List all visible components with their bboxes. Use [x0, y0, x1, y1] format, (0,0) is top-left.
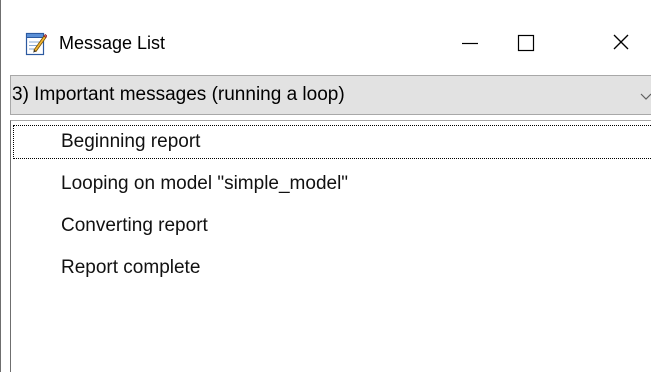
message-text: Converting report — [61, 215, 208, 236]
notepad-pencil-icon — [25, 30, 47, 56]
title-bar[interactable]: Message List — [1, 0, 651, 64]
list-item-message[interactable]: Converting report — [13, 209, 651, 243]
chevron-down-icon — [639, 90, 651, 102]
close-button[interactable] — [591, 18, 651, 64]
window-title: Message List — [59, 33, 166, 53]
minimize-button[interactable] — [438, 18, 498, 64]
minimize-icon — [462, 42, 478, 45]
list-item-message[interactable]: Looping on model "simple_model" — [13, 167, 651, 201]
message-text: Looping on model "simple_model" — [61, 173, 349, 194]
message-listbox[interactable]: Beginning report Looping on model "simpl… — [10, 120, 651, 372]
dropdown-selected-value: 3) Important messages (running a loop) — [12, 84, 345, 105]
maximize-button[interactable] — [496, 18, 556, 64]
close-icon — [613, 34, 629, 50]
list-item-message[interactable]: Beginning report — [13, 125, 651, 159]
message-text: Beginning report — [61, 131, 201, 152]
message-filter-dropdown[interactable]: 3) Important messages (running a loop) — [10, 75, 651, 115]
message-list-window: Message List 3) Important messages (runn… — [0, 0, 651, 372]
message-text: Report complete — [61, 257, 201, 278]
list-item-message[interactable]: Report complete — [13, 251, 651, 285]
maximize-icon — [517, 34, 535, 52]
